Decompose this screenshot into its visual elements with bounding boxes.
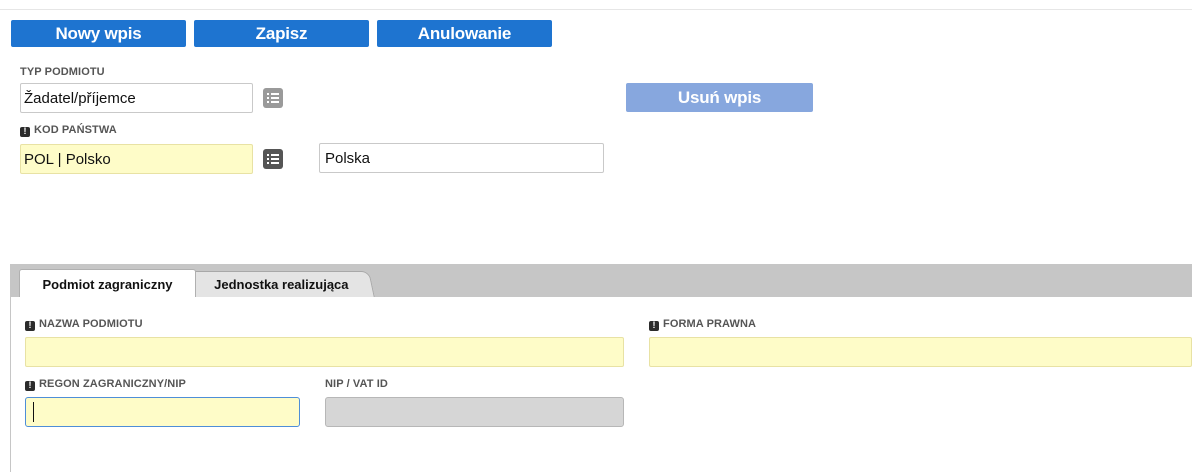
legal-form-field[interactable] <box>649 337 1192 367</box>
legal-form-label: ! FORMA PRAWNA <box>649 318 756 331</box>
tab-panel <box>10 297 1192 472</box>
tab-implementing-unit[interactable]: Jednostka realizująca <box>187 271 375 297</box>
top-divider <box>0 9 1192 10</box>
entity-type-label: TYP PODMIOTU <box>20 66 105 78</box>
nip-vat-label: NIP / VAT ID <box>325 378 388 390</box>
save-button[interactable]: Zapisz <box>194 20 369 47</box>
text-cursor <box>33 402 34 422</box>
country-code-value: POL | Polsko <box>24 150 111 168</box>
regon-label: ! REGON ZAGRANICZNY/NIP <box>25 378 186 391</box>
entity-name-field[interactable] <box>25 337 624 367</box>
regon-field[interactable] <box>25 397 300 427</box>
country-code-list-icon[interactable] <box>263 149 283 169</box>
entity-type-field[interactable]: Žadatel/příjemce <box>20 83 253 113</box>
new-entry-button[interactable]: Nowy wpis <box>11 20 186 47</box>
entity-name-label: ! NAZWA PODMIOTU <box>25 318 143 331</box>
entity-type-value: Žadatel/příjemce <box>24 89 136 107</box>
country-code-label: ! KOD PAŃSTWA <box>20 124 117 137</box>
cancel-button[interactable]: Anulowanie <box>377 20 552 47</box>
tab-foreign-entity[interactable]: Podmiot zagraniczny <box>19 269 196 298</box>
required-icon: ! <box>25 380 35 391</box>
delete-entry-button[interactable]: Usuń wpis <box>626 83 813 112</box>
nip-vat-field <box>325 397 624 427</box>
required-icon: ! <box>20 126 30 137</box>
required-icon: ! <box>25 320 35 331</box>
country-name-field[interactable]: Polska <box>319 143 604 173</box>
country-code-field[interactable]: POL | Polsko <box>20 144 253 174</box>
required-icon: ! <box>649 320 659 331</box>
entity-type-list-icon[interactable] <box>263 88 283 108</box>
country-name-value: Polska <box>325 149 371 167</box>
